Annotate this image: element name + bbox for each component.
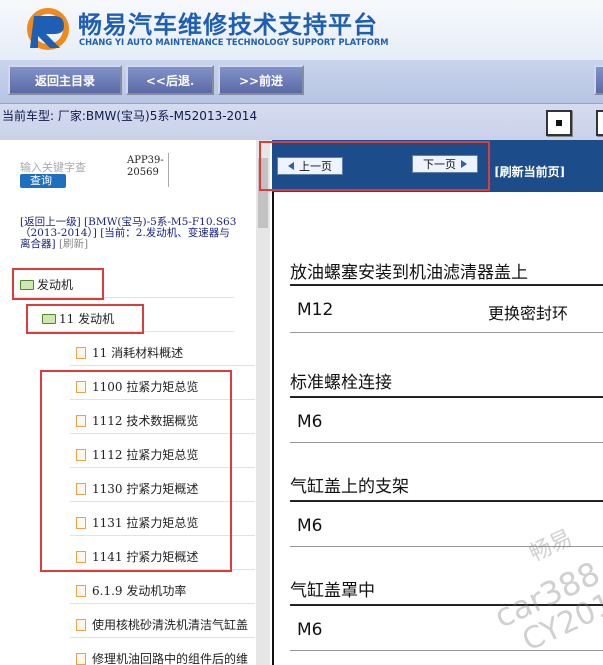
home-button[interactable]: 返回主目录 (8, 65, 122, 95)
section-title: 放油螺塞安装到机油滤清器盖上 (290, 263, 528, 283)
section-rule (290, 604, 603, 606)
current-vehicle-text: 当前车型: 厂家:BMW(宝马)5系-M52013-2014 (2, 109, 258, 123)
section-rule (290, 650, 603, 651)
tree-item-label: 6.1.9 发动机功率 (92, 584, 187, 598)
panel-toggle-button-2[interactable] (596, 110, 603, 136)
breadcrumb: [返回上一级] [BMW(宝马)-5系-M5-F10.S63（2013-2014… (20, 217, 240, 250)
watermark-text: 畅易 (525, 525, 577, 567)
divider (168, 153, 169, 187)
tree-item[interactable]: 11 消耗材料概述 (76, 344, 183, 361)
highlight-box (259, 141, 490, 191)
section-title: 气缸盖罩中 (290, 581, 375, 601)
panel-toggle-button[interactable] (546, 110, 572, 136)
document-icon (76, 652, 86, 665)
forward-button[interactable]: >>前进 (218, 65, 304, 95)
logo-icon (27, 8, 69, 50)
app-code-line1: APP39- (127, 155, 164, 166)
watermark-text: car388.c (488, 542, 603, 636)
keyword-input[interactable]: 输入关键字查 (20, 159, 98, 175)
tree-item-label: 使用核桃砂清洗机清洁气缸盖 (92, 618, 249, 632)
highlight-box (26, 304, 144, 334)
app-header: 畅易汽车维修技术支持平台 CHANG YI AUTO MAINTENANCE T… (0, 0, 603, 60)
highlight-box (40, 370, 232, 572)
section-rule (290, 442, 603, 443)
nav-toolbar: 返回主目录 <<后退. >>前进 (0, 60, 603, 104)
section-rule (290, 500, 603, 502)
section-rule (290, 546, 603, 547)
section-title: 标准螺栓连接 (290, 373, 392, 393)
tree-item[interactable]: 修理机油回路中的组件后的维 (76, 650, 256, 665)
query-button[interactable]: 查询 (20, 174, 66, 188)
tree-item-label: 11 消耗材料概述 (92, 346, 184, 360)
tree-item[interactable]: 使用核桃砂清洗机清洁气缸盖 (76, 616, 256, 633)
crumb-refresh-link[interactable]: [刷新] (59, 238, 88, 250)
tree-item-label: 修理机油回路中的组件后的维 (92, 652, 249, 665)
highlight-box (12, 268, 104, 300)
section-value: M6 (297, 620, 323, 640)
watermark-text: CY201 (517, 586, 603, 659)
content-border (272, 192, 274, 665)
section-note: 更换密封环 (488, 304, 569, 323)
tree-item[interactable]: 6.1.9 发动机功率 (76, 582, 186, 599)
app-title: 畅易汽车维修技术支持平台 (78, 11, 378, 39)
app-subtitle: CHANG YI AUTO MAINTENANCE TECHNOLOGY SUP… (79, 38, 389, 48)
refresh-page-link[interactable]: [刷新当前页] (494, 163, 565, 180)
toolbar-extra-button[interactable] (594, 65, 603, 95)
section-value: M6 (297, 516, 323, 536)
section-value: M12 (297, 300, 334, 320)
section-title: 气缸盖上的支架 (290, 477, 409, 497)
document-icon (76, 584, 86, 597)
vehicle-bar: 当前车型: 厂家:BMW(宝马)5系-M52013-2014 (0, 104, 603, 140)
app-code: APP39- 20569 (127, 155, 164, 179)
document-icon (76, 618, 86, 631)
section-rule (290, 332, 603, 333)
page-root: 畅易汽车维修技术支持平台 CHANG YI AUTO MAINTENANCE T… (0, 0, 603, 665)
document-icon (76, 346, 86, 359)
back-button[interactable]: <<后退. (126, 65, 214, 95)
app-code-line2: 20569 (127, 167, 159, 178)
section-rule (290, 396, 603, 398)
section-value: M6 (297, 412, 323, 432)
section-rule (290, 284, 603, 286)
